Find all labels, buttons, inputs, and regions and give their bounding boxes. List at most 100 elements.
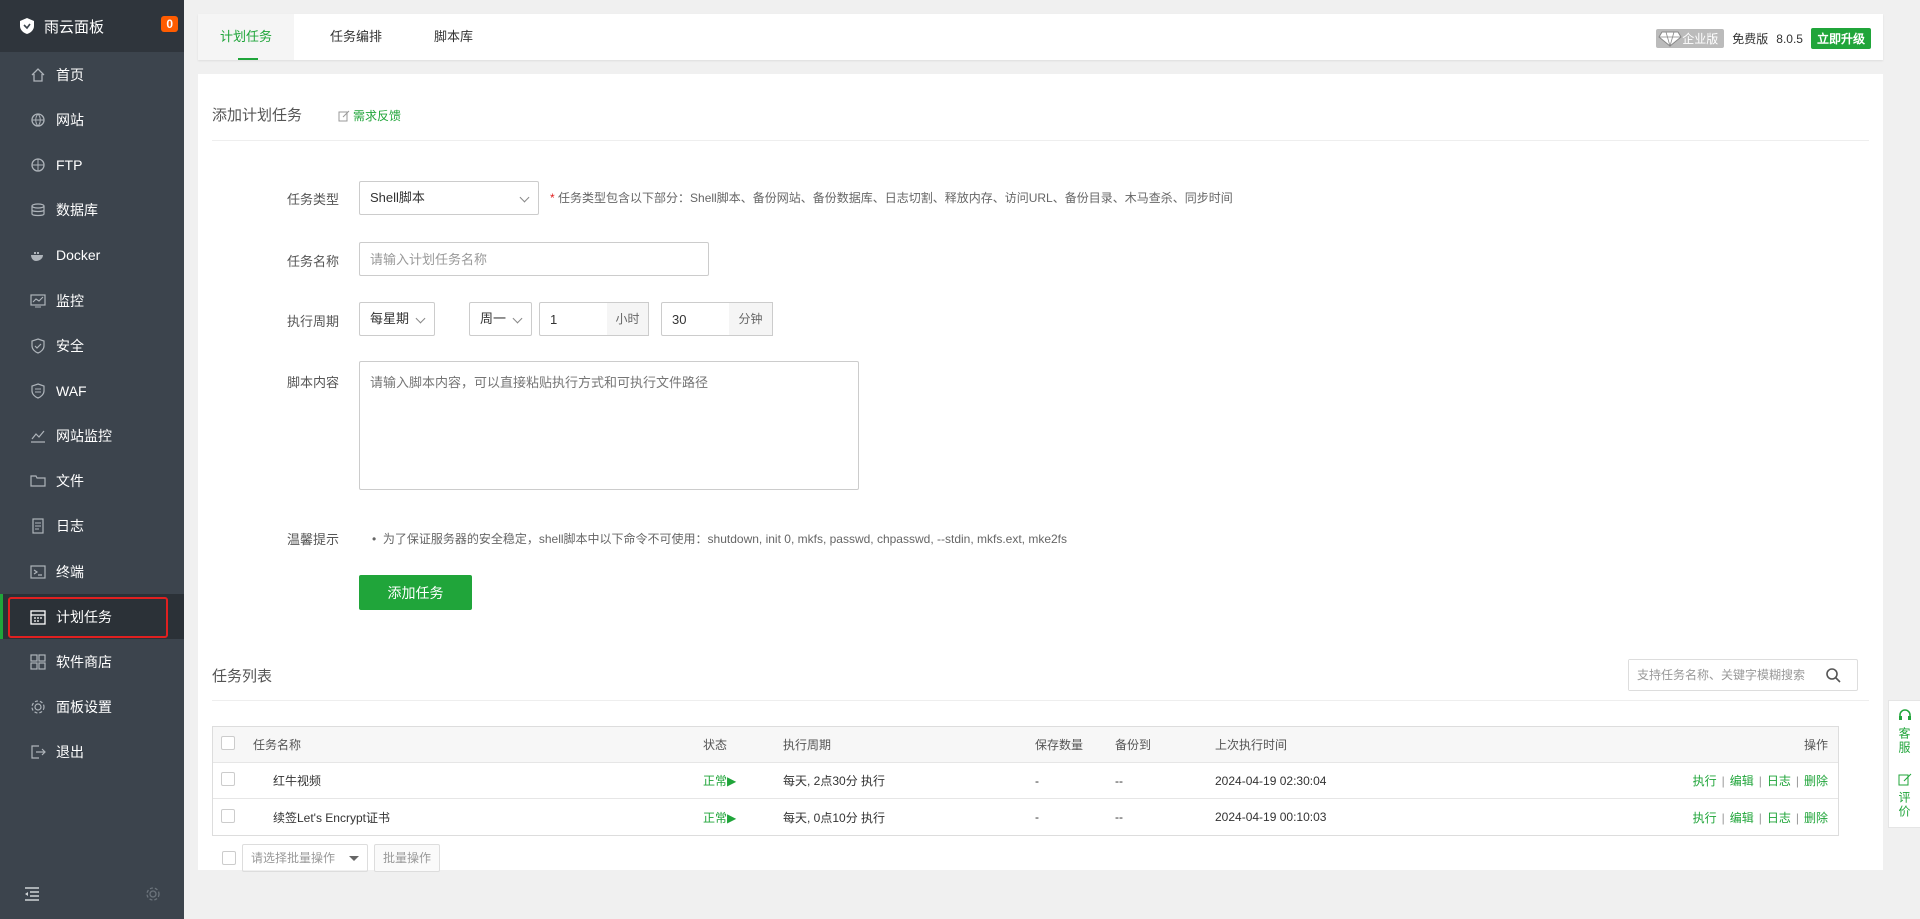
logo-icon bbox=[20, 18, 34, 34]
hour-input[interactable] bbox=[539, 302, 609, 336]
log-link[interactable]: 日志 bbox=[1767, 811, 1791, 825]
table-row: 红牛视频 正常▶ 每天, 2点30分 执行 - -- 2024-04-19 02:30:0… bbox=[213, 763, 1838, 799]
sidebar-item-folder[interactable]: 文件 bbox=[0, 459, 184, 504]
edit-link[interactable]: 编辑 bbox=[1730, 811, 1754, 825]
cycle-type-select[interactable]: 每星期 bbox=[359, 302, 435, 336]
sidebar-header: 雨云面板 0 bbox=[0, 0, 184, 52]
sidebar-menu: 首页网站 FTP 数据库 Docker 监控安全 WAF 网站监控 文件 日志终端计划任务软件商… bbox=[0, 52, 184, 775]
log-link[interactable]: 日志 bbox=[1767, 774, 1791, 788]
run-link[interactable]: 执行 bbox=[1693, 774, 1717, 788]
status-cell[interactable]: 正常▶ bbox=[703, 809, 736, 826]
cron-panel: 添加计划任务 需求反馈 任务类型 Shell脚本 * 任务类型包含以下部分：Sh… bbox=[198, 74, 1883, 872]
row-actions: 执行 | 编辑 | 日志 | 删除 bbox=[1693, 809, 1828, 826]
column-header: 操作 bbox=[1803, 738, 1828, 752]
delete-link[interactable]: 删除 bbox=[1804, 811, 1828, 825]
waf-shield-icon bbox=[30, 383, 46, 399]
home-icon bbox=[30, 67, 46, 83]
minute-input[interactable] bbox=[661, 302, 731, 336]
logout-icon bbox=[30, 744, 46, 760]
chart-icon bbox=[30, 428, 46, 444]
sidebar-item-grid[interactable]: 软件商店 bbox=[0, 639, 184, 684]
edit-link[interactable]: 编辑 bbox=[1730, 774, 1754, 788]
add-task-button[interactable]: 添加任务 bbox=[359, 575, 472, 610]
keep-count-cell: - bbox=[1035, 773, 1039, 788]
task-type-select[interactable]: Shell脚本 bbox=[359, 181, 539, 215]
tip-label: 温馨提示 bbox=[287, 532, 340, 547]
tab-cron-tasks[interactable]: 计划任务 bbox=[198, 14, 295, 60]
sidebar-item-label: 终端 bbox=[56, 563, 84, 580]
sidebar-item-monitor[interactable]: 监控 bbox=[0, 278, 184, 323]
tab-task-orchestration[interactable]: 任务编排 bbox=[308, 14, 404, 60]
sidebar-item-docker[interactable]: Docker bbox=[0, 233, 184, 278]
terminal-icon bbox=[30, 564, 46, 580]
column-header: 上次执行时间 bbox=[1215, 738, 1288, 752]
table-header-row: 任务名称 状态 执行周期 保存数量 备份到 上次执行时间 操作 bbox=[213, 727, 1838, 763]
script-content-textarea[interactable] bbox=[359, 361, 859, 490]
task-name-label: 任务名称 bbox=[287, 254, 340, 269]
sidebar-item-database[interactable]: 数据库 bbox=[0, 188, 184, 233]
grid-icon bbox=[30, 654, 46, 670]
search-icon[interactable] bbox=[1825, 667, 1841, 683]
select-all-checkbox[interactable] bbox=[221, 736, 235, 750]
enterprise-badge[interactable]: 企业版 bbox=[1656, 29, 1725, 48]
batch-operation-button[interactable]: 批量操作 bbox=[374, 844, 441, 872]
task-search-input[interactable] bbox=[1629, 660, 1819, 690]
batch-select-all-checkbox[interactable] bbox=[222, 851, 236, 865]
upgrade-button[interactable]: 立即升级 bbox=[1810, 28, 1871, 49]
review-edit-icon[interactable] bbox=[1898, 773, 1912, 787]
floating-service-bar: 客服 评价 bbox=[1888, 700, 1920, 828]
sidebar-item-label: 退出 bbox=[56, 744, 84, 761]
collapse-menu-icon[interactable] bbox=[24, 887, 40, 901]
tip-text: • 为了保证服务器的安全稳定，shell脚本中以下命令不可使用：shutdown… bbox=[372, 532, 1068, 546]
row-checkbox[interactable] bbox=[221, 772, 235, 786]
sidebar-item-gear[interactable]: 面板设置 bbox=[0, 685, 184, 730]
customer-service-link[interactable]: 客服 bbox=[1896, 727, 1913, 755]
separator: | bbox=[1721, 810, 1725, 825]
delete-link[interactable]: 删除 bbox=[1804, 774, 1828, 788]
main-content: 计划任务 任务编排 脚本库 企业版 免费版 8.0.5 立即升级 添加计划任务 … bbox=[184, 0, 1920, 919]
sidebar-item-home[interactable]: 首页 bbox=[0, 52, 184, 97]
globe-icon bbox=[30, 112, 46, 128]
status-cell[interactable]: 正常▶ bbox=[703, 772, 736, 789]
sidebar-item-calendar[interactable]: 计划任务 bbox=[0, 594, 184, 640]
table-row: 续签Let's Encrypt证书 正常▶ 每天, 0点10分 执行 - -- 2024-… bbox=[213, 799, 1838, 835]
sidebar-item-label: 软件商店 bbox=[56, 654, 112, 671]
sidebar-item-ftp[interactable]: FTP bbox=[0, 142, 184, 187]
last-run-cell: 2024-04-19 02:30:04 bbox=[1215, 773, 1327, 788]
headset-icon[interactable] bbox=[1898, 709, 1912, 723]
weekday-select[interactable]: 周一 bbox=[469, 302, 532, 336]
diamond-icon bbox=[1658, 31, 1682, 47]
feedback-link[interactable]: 需求反馈 bbox=[338, 107, 401, 124]
sidebar-item-globe[interactable]: 网站 bbox=[0, 97, 184, 142]
sidebar-item-label: 安全 bbox=[56, 337, 84, 354]
sidebar-item-shield[interactable]: 安全 bbox=[0, 323, 184, 368]
sidebar-item-label: 网站 bbox=[56, 111, 84, 128]
sidebar-item-label: Docker bbox=[56, 247, 101, 264]
enterprise-label: 企业版 bbox=[1682, 32, 1719, 46]
top-tab-bar: 计划任务 任务编排 脚本库 企业版 免费版 8.0.5 立即升级 bbox=[198, 14, 1883, 60]
feedback-label: 需求反馈 bbox=[353, 109, 402, 123]
sidebar-item-logout[interactable]: 退出 bbox=[0, 730, 184, 775]
sidebar-item-chart[interactable]: 网站监控 bbox=[0, 414, 184, 459]
notification-badge[interactable]: 0 bbox=[161, 16, 178, 32]
free-edition-label: 免费版 bbox=[1732, 32, 1769, 46]
add-task-title: 添加计划任务 bbox=[212, 107, 303, 124]
task-name-input[interactable] bbox=[359, 242, 709, 276]
run-link[interactable]: 执行 bbox=[1693, 811, 1717, 825]
column-header: 状态 bbox=[703, 738, 728, 752]
ftp-icon bbox=[30, 157, 46, 173]
tab-script-library[interactable]: 脚本库 bbox=[412, 14, 495, 60]
batch-operation-select[interactable]: 请选择批量操作 bbox=[242, 844, 368, 872]
review-link[interactable]: 评价 bbox=[1896, 791, 1913, 819]
keep-count-cell: - bbox=[1035, 810, 1039, 824]
highlight-box bbox=[8, 597, 168, 639]
row-checkbox[interactable] bbox=[221, 808, 235, 823]
sidebar-item-log[interactable]: 日志 bbox=[0, 504, 184, 549]
sidebar-item-waf-shield[interactable]: WAF bbox=[0, 368, 184, 413]
settings-gear-icon[interactable] bbox=[146, 887, 160, 901]
sidebar-item-terminal[interactable]: 终端 bbox=[0, 549, 184, 594]
task-name-cell: 红牛视频 bbox=[273, 774, 322, 788]
sidebar-item-label: FTP bbox=[56, 156, 83, 173]
column-header: 任务名称 bbox=[253, 738, 302, 752]
tip-content: 为了保证服务器的安全稳定，shell脚本中以下命令不可使用：shutdown, … bbox=[382, 532, 1068, 546]
